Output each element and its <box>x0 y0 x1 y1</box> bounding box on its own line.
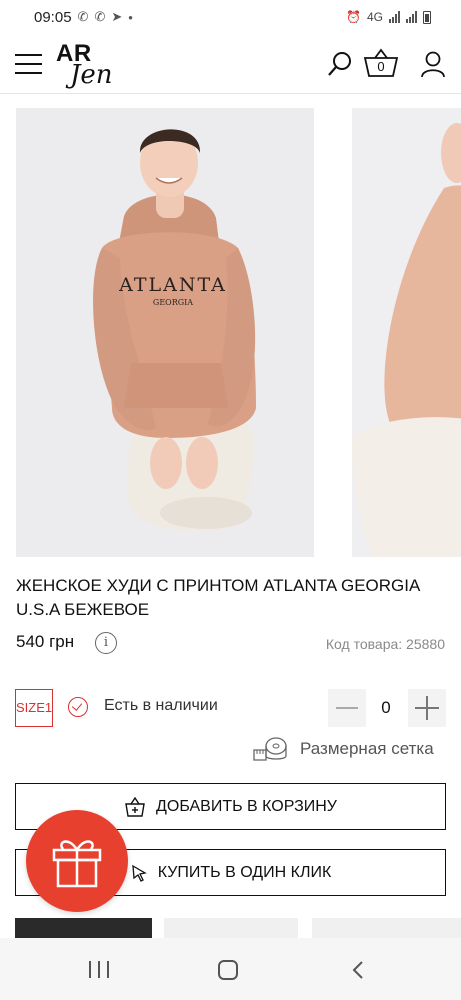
user-icon[interactable] <box>419 50 447 78</box>
status-right: ⏰ 4G <box>346 10 431 24</box>
recent-apps-icon[interactable] <box>88 961 110 979</box>
dot-icon: • <box>128 9 133 25</box>
info-icon[interactable]: i <box>95 632 117 654</box>
quantity-plus-button[interactable] <box>408 689 446 727</box>
back-icon[interactable] <box>349 960 369 980</box>
viber-icon: ✆ <box>77 9 89 24</box>
product-gallery[interactable]: ATLANTA GEORGIA <box>0 108 461 558</box>
gift-button[interactable] <box>26 810 128 912</box>
cart-button[interactable]: 0 <box>362 48 400 78</box>
measuring-tape-icon <box>253 737 287 761</box>
search-icon[interactable] <box>326 50 354 78</box>
product-price: 540 грн <box>16 632 75 651</box>
buy-one-click-label: КУПИТЬ В ОДИН КЛИК <box>157 863 332 881</box>
quantity-input[interactable]: 0 <box>366 689 406 727</box>
stock-status: Есть в наличии <box>104 697 218 714</box>
signal-icon-2 <box>406 11 417 23</box>
logo-text-bottom: Jen <box>70 60 113 90</box>
site-header: AR Jen 0 <box>0 34 461 94</box>
print-text: ATLANTA <box>118 274 227 296</box>
bag-icon <box>125 796 145 817</box>
product-sku: Код товара: 25880 <box>325 636 445 652</box>
network-label: 4G <box>366 10 383 24</box>
android-nav-bar <box>0 938 461 1000</box>
menu-icon[interactable] <box>15 54 42 74</box>
quantity-minus-button[interactable] <box>328 689 366 727</box>
print-sub: GEORGIA <box>153 298 193 307</box>
status-left: 09:05 ✆ ✆ ➤ • <box>34 9 133 26</box>
model-illustration-2 <box>352 108 461 557</box>
telegram-icon: ➤ <box>111 9 123 24</box>
size-chart-label: Размерная сетка <box>300 739 434 758</box>
status-time: 09:05 <box>34 8 72 26</box>
signal-icon <box>389 11 400 23</box>
battery-icon <box>423 10 431 24</box>
cursor-click-icon <box>131 864 147 882</box>
logo[interactable]: AR Jen <box>56 40 116 90</box>
add-to-cart-label: ДОБАВИТЬ В КОРЗИНУ <box>156 797 337 815</box>
product-photo[interactable]: ATLANTA GEORGIA <box>16 108 314 557</box>
model-illustration: ATLANTA GEORGIA <box>16 108 314 557</box>
viber-icon-2: ✆ <box>94 9 106 24</box>
product-title: ЖЕНСКОЕ ХУДИ С ПРИНТОМ ATLANTA GEORGIA U… <box>16 576 420 619</box>
product-photo-next[interactable] <box>352 108 461 557</box>
size-chart-link[interactable]: Размерная сетка <box>252 734 434 764</box>
cart-count: 0 <box>377 59 385 74</box>
home-icon[interactable] <box>218 960 238 980</box>
check-icon <box>68 697 88 717</box>
alarm-icon: ⏰ <box>346 10 361 24</box>
size-option[interactable]: SIZE1 <box>15 689 53 727</box>
gift-icon <box>52 840 102 888</box>
status-bar: 09:05 ✆ ✆ ➤ • ⏰ 4G <box>0 0 461 34</box>
